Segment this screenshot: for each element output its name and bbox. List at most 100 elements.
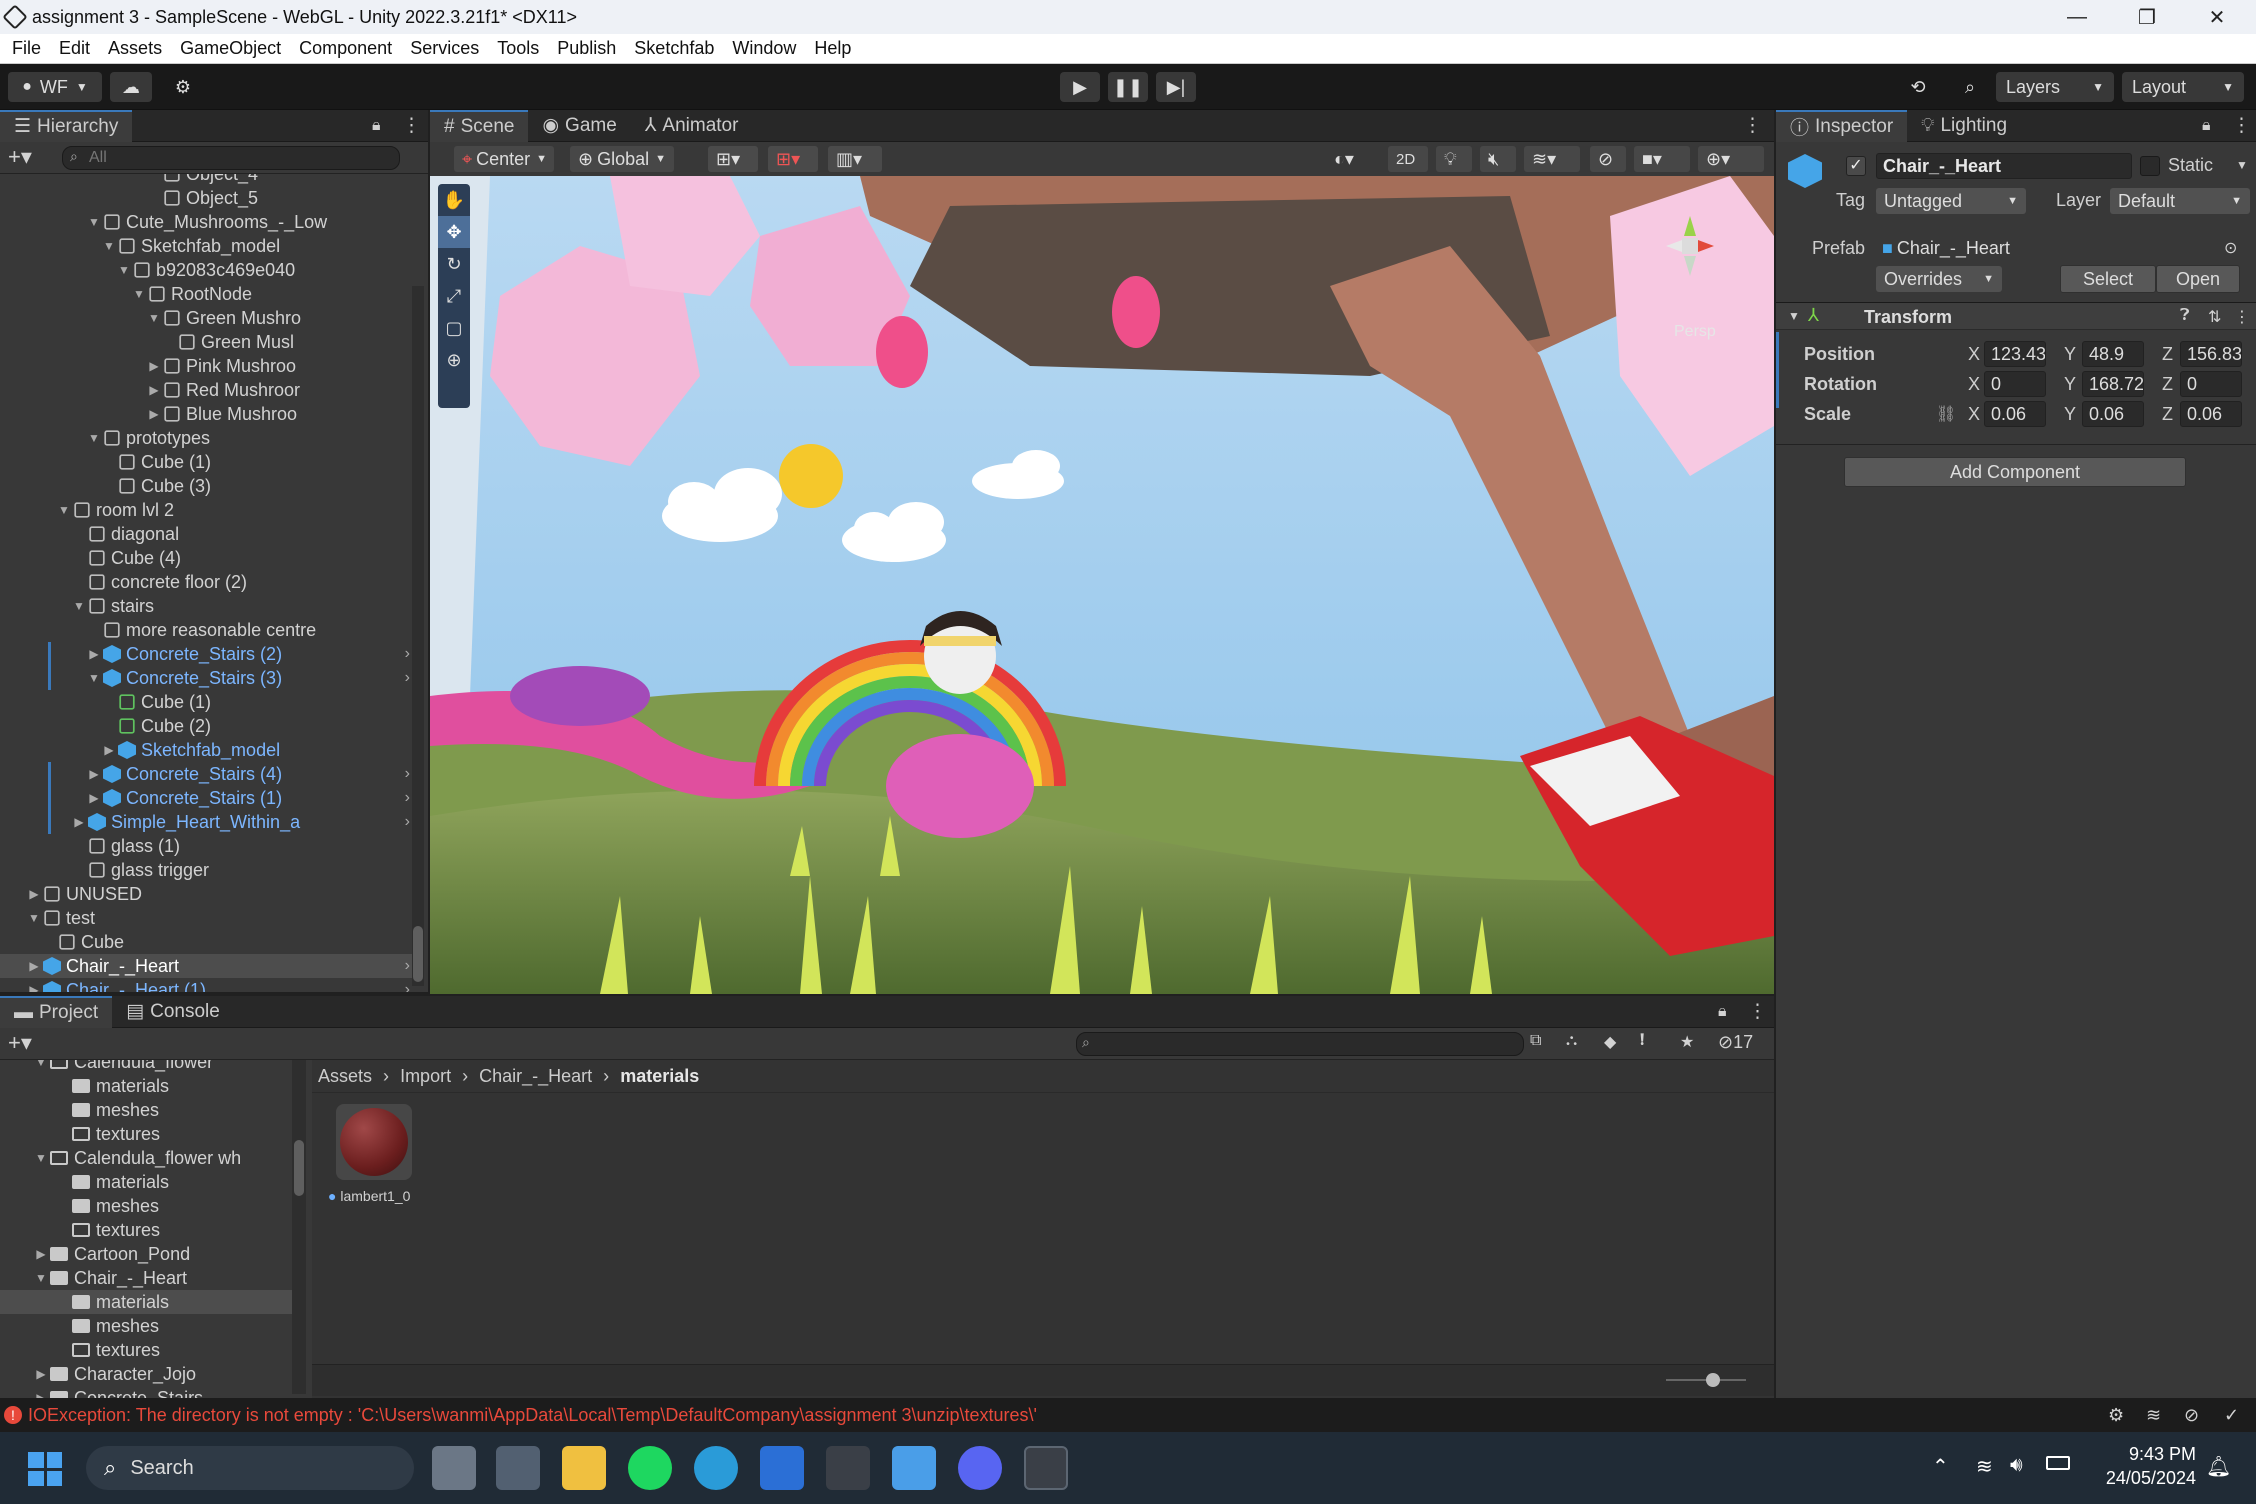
project-folder-item[interactable]: meshes	[0, 1098, 292, 1122]
project-folder-item[interactable]: ▶ Character_Jojo	[0, 1362, 292, 1386]
project-folder-item[interactable]: materials	[0, 1170, 292, 1194]
create-button[interactable]: +▾	[8, 1030, 32, 1056]
chevron-right-icon[interactable]: ›	[405, 957, 410, 975]
hierarchy-item[interactable]: ▶ Sketchfab_model	[0, 738, 416, 762]
lighting-toggle[interactable]: 💡︎	[1436, 146, 1472, 172]
menu-component[interactable]: Component	[299, 38, 392, 59]
foldout-arrow-icon[interactable]: ▶	[145, 359, 163, 373]
foldout-arrow-icon[interactable]: ▼	[85, 431, 103, 445]
hierarchy-item[interactable]: ▼ Green Mushro	[0, 306, 416, 330]
foldout-arrow-icon[interactable]: ▶	[70, 815, 88, 829]
task-view-icon[interactable]	[432, 1446, 476, 1490]
hidden-toggle[interactable]: ⊘	[1590, 146, 1626, 172]
layout-dropdown[interactable]: Layout ▼	[2122, 72, 2244, 102]
chevron-right-icon[interactable]: ›	[405, 669, 410, 687]
open-button[interactable]: Open	[2156, 265, 2240, 293]
filter-type-icon[interactable]: ⛬	[1566, 1032, 1577, 1050]
snap-grid-button[interactable]: ⊞▾	[708, 146, 758, 172]
foldout-arrow-icon[interactable]: ▶	[25, 959, 43, 973]
app-blue-icon[interactable]	[760, 1446, 804, 1490]
spotify-icon[interactable]	[628, 1446, 672, 1490]
tab-scene[interactable]: # Scene	[430, 109, 529, 142]
menu-file[interactable]: File	[12, 38, 41, 59]
clock[interactable]: 9:43 PM 24/05/2024	[2086, 1442, 2196, 1490]
position-y-field[interactable]: 48.9	[2082, 341, 2144, 367]
pause-button[interactable]: ❚❚	[1108, 72, 1148, 102]
collab-button[interactable]: ⚙	[166, 72, 200, 102]
hierarchy-item[interactable]: ▼ Concrete_Stairs (3) ›	[0, 666, 416, 690]
label-filter-icon[interactable]: ◆	[1604, 1032, 1616, 1052]
icon-size-slider[interactable]	[1666, 1373, 1746, 1387]
increment-snap-button[interactable]: ⊞▾	[768, 146, 818, 172]
object-name-field[interactable]: Chair_-_Heart	[1876, 153, 2132, 179]
scrollbar-thumb[interactable]	[294, 1140, 304, 1196]
hierarchy-item[interactable]: ▶ Chair_-_Heart ›	[0, 954, 416, 978]
hierarchy-item[interactable]: ▼ b92083c469e040	[0, 258, 416, 282]
hierarchy-item[interactable]: Cube (1)	[0, 690, 416, 714]
foldout-arrow-icon[interactable]: ▼	[130, 287, 148, 301]
breadcrumb-import[interactable]: Import	[400, 1066, 451, 1086]
lock-icon[interactable]: 🔒︎	[1718, 1003, 1727, 1021]
hierarchy-item[interactable]: more reasonable centre	[0, 618, 416, 642]
toggle-2d-button[interactable]: 2D	[1388, 146, 1428, 172]
hierarchy-item[interactable]: ▼ Sketchfab_model	[0, 234, 416, 258]
hierarchy-item[interactable]: ▶ Chair_-_Heart (1) ›	[0, 978, 416, 992]
more-icon[interactable]: ⋮	[2234, 307, 2250, 327]
effects-toggle[interactable]: ≋▾	[1524, 146, 1580, 172]
prefab-field[interactable]: ■ Chair_-_Heart	[1876, 235, 2238, 261]
tag-dropdown[interactable]: Untagged ▼	[1876, 188, 2026, 214]
scale-tool-button[interactable]: ⤢	[438, 280, 470, 312]
scrollbar-thumb[interactable]	[413, 926, 423, 982]
volume-icon[interactable]: 🔊︎	[2010, 1454, 2023, 1477]
battery-icon[interactable]	[2046, 1456, 2070, 1470]
hierarchy-item[interactable]: Green Musl	[0, 330, 416, 354]
layers-dropdown[interactable]: Layers ▼	[1996, 72, 2114, 102]
rotation-y-field[interactable]: 168.72	[2082, 371, 2144, 397]
chevron-up-icon[interactable]: ⌃	[1932, 1454, 1949, 1479]
scale-z-field[interactable]: 0.06	[2180, 401, 2242, 427]
rect-tool-button[interactable]: ▢	[438, 312, 470, 344]
target-icon[interactable]: ⊙	[2224, 238, 2237, 258]
hierarchy-item[interactable]: ▶ Concrete_Stairs (1) ›	[0, 786, 416, 810]
step-button[interactable]: ▶|	[1156, 72, 1196, 102]
more-icon[interactable]: ⋮	[402, 114, 421, 137]
foldout-arrow-icon[interactable]: ▶	[85, 647, 103, 661]
hierarchy-item[interactable]: glass (1)	[0, 834, 416, 858]
hierarchy-item[interactable]: concrete floor (2)	[0, 570, 416, 594]
tab-project[interactable]: ▬ Project	[0, 995, 113, 1028]
hierarchy-item[interactable]: ▶ Red Mushroor	[0, 378, 416, 402]
foldout-arrow-icon[interactable]: ▶	[85, 767, 103, 781]
tab-lighting[interactable]: 💡︎ Lighting	[1907, 110, 2021, 142]
hierarchy-item[interactable]: Object_5	[0, 186, 416, 210]
space-dropdown[interactable]: ⊕ Global ▼	[570, 146, 674, 172]
position-x-field[interactable]: 123.43	[1984, 341, 2046, 367]
position-z-field[interactable]: 156.83	[2180, 341, 2242, 367]
foldout-arrow-icon[interactable]: ▼	[25, 911, 43, 925]
active-checkbox[interactable]: ✓	[1846, 156, 1866, 176]
hierarchy-item[interactable]: diagonal	[0, 522, 416, 546]
foldout-arrow-icon[interactable]: ▼	[145, 311, 163, 325]
hierarchy-item[interactable]: ▶ Pink Mushroo	[0, 354, 416, 378]
start-button[interactable]	[28, 1452, 62, 1486]
wifi-icon[interactable]: ≋	[1976, 1454, 1993, 1479]
close-button[interactable]: ✕	[2182, 0, 2252, 34]
tab-animator[interactable]: ⅄ Animator	[631, 110, 753, 142]
bug-icon[interactable]: ⚙	[2108, 1405, 2124, 1426]
file-explorer-icon[interactable]	[562, 1446, 606, 1490]
project-folder-item[interactable]: materials	[0, 1290, 292, 1314]
warning-filter-icon[interactable]: ❗︎	[1640, 1032, 1644, 1050]
project-tree-scrollbar[interactable]	[292, 1060, 306, 1394]
chevron-down-icon[interactable]: ▼	[2236, 158, 2248, 172]
scale-y-field[interactable]: 0.06	[2082, 401, 2144, 427]
project-folder-item[interactable]: ▶ Cartoon_Pond	[0, 1242, 292, 1266]
play-button[interactable]: ▶	[1060, 72, 1100, 102]
project-folder-item[interactable]: ▼ Calendula_flower	[0, 1060, 292, 1074]
hierarchy-item[interactable]: ▼ room lvl 2	[0, 498, 416, 522]
add-component-button[interactable]: Add Component	[1844, 457, 2186, 487]
layer-dropdown[interactable]: Default ▼	[2110, 188, 2250, 214]
hierarchy-item[interactable]: ▼ prototypes	[0, 426, 416, 450]
history-button[interactable]: ⟲	[1898, 72, 1938, 102]
rotate-tool-button[interactable]: ↻	[438, 248, 470, 280]
project-folder-item[interactable]: meshes	[0, 1314, 292, 1338]
rotation-x-field[interactable]: 0	[1984, 371, 2046, 397]
